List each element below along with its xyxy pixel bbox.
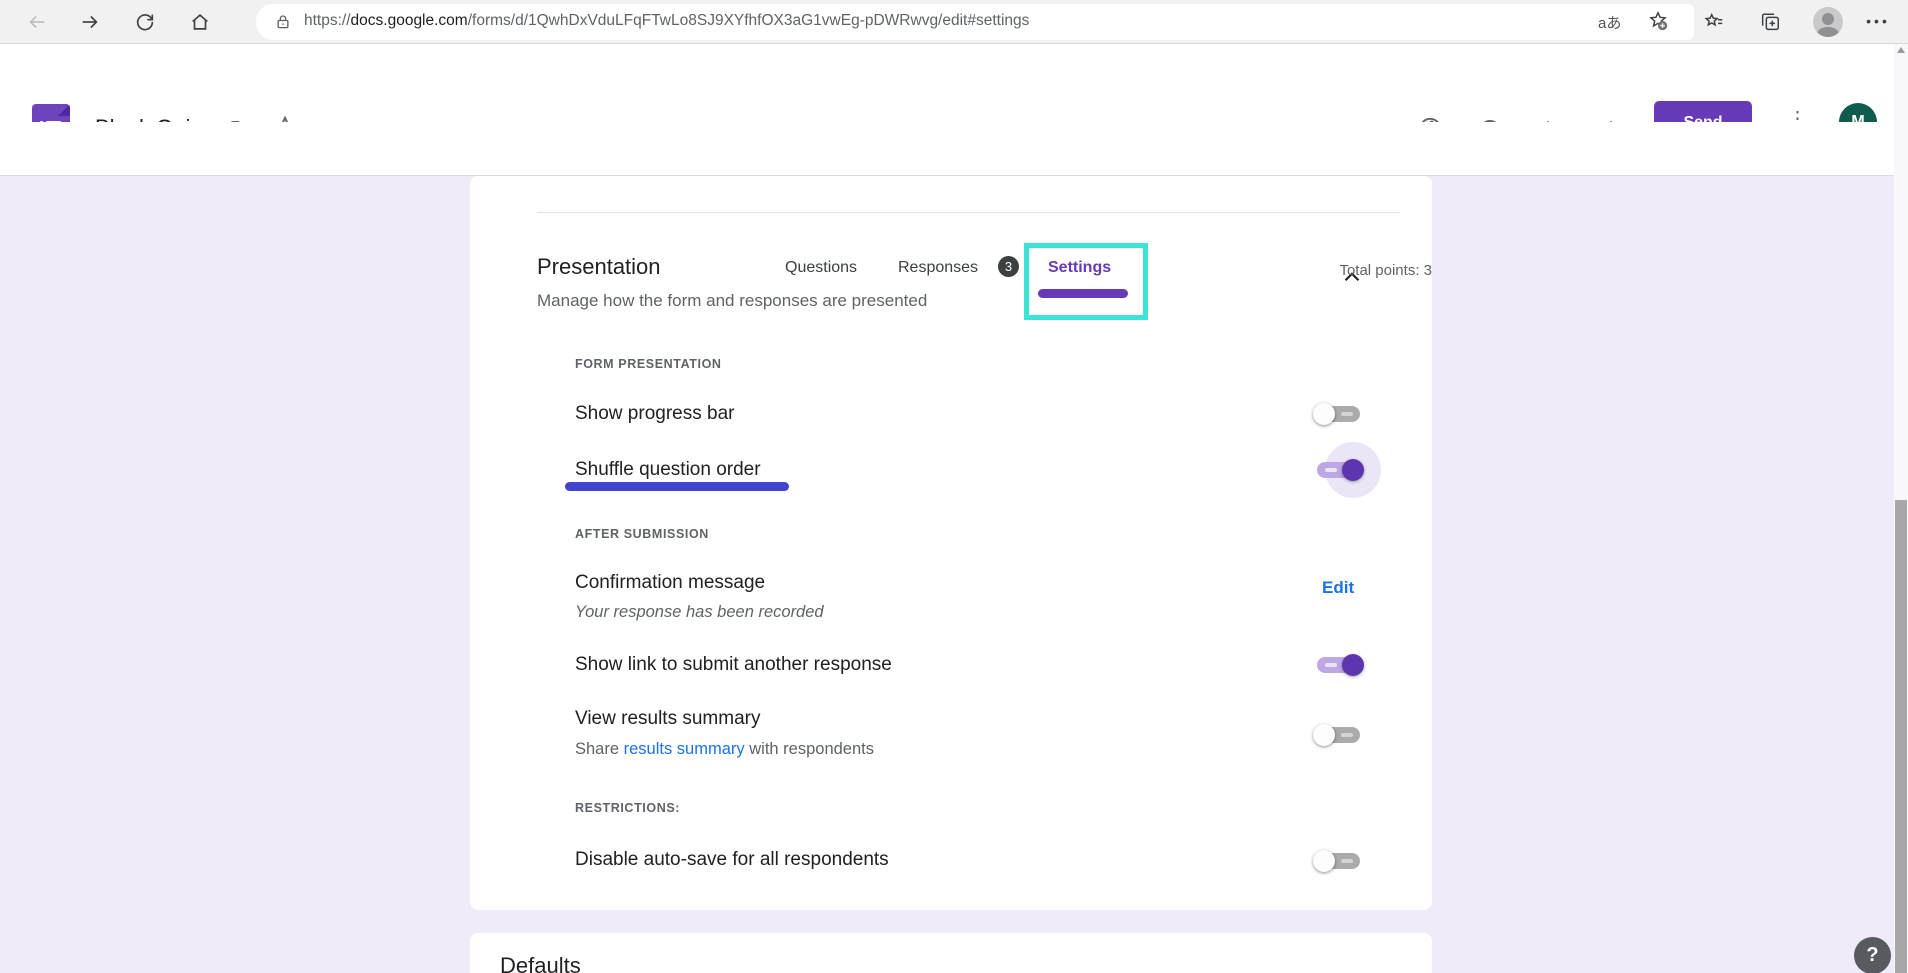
group-label-after-submission: AFTER SUBMISSION: [575, 527, 709, 541]
section-title-presentation: Presentation: [537, 254, 661, 280]
defaults-card: [470, 933, 1432, 973]
forward-icon[interactable]: [79, 11, 101, 33]
group-label-form-presentation: FORM PRESENTATION: [575, 357, 722, 371]
tab-settings[interactable]: Settings: [1048, 259, 1111, 277]
presentation-card: [470, 176, 1432, 910]
row-label-show-progress-bar: Show progress bar: [575, 403, 734, 425]
collections-icon[interactable]: [1759, 11, 1781, 33]
shuffle-underline-annotation: [565, 482, 789, 491]
toggle-show-resubmit-link[interactable]: [1312, 652, 1364, 678]
section-title-defaults: Defaults: [500, 953, 581, 973]
row-label-shuffle-question-order: Shuffle question order: [575, 459, 761, 481]
row-label-confirmation-message: Confirmation message: [575, 572, 765, 594]
screen: https://docs.google.com/forms/d/1QwhDxVd…: [0, 0, 1908, 973]
browser-menu-icon[interactable]: •••: [1856, 13, 1900, 29]
forms-header: Blank Quiz All changes saved in Drive Se…: [0, 44, 1908, 122]
add-favorite-icon[interactable]: [1647, 10, 1669, 32]
section-subtitle: Manage how the form and responses are pr…: [537, 291, 927, 311]
total-points: Total points: 3: [1230, 262, 1432, 279]
browser-toolbar: https://docs.google.com/forms/d/1QwhDxVd…: [0, 0, 1908, 44]
translate-icon[interactable]: aあ: [1598, 12, 1621, 33]
row-label-disable-autosave: Disable auto-save for all respondents: [575, 849, 889, 871]
tab-bar: Questions Responses 3 Settings Total poi…: [0, 122, 1908, 176]
active-tab-indicator: [1038, 289, 1128, 298]
settings-tab-highlight-annotation: [1024, 243, 1148, 320]
scrollbar-up-arrow-icon[interactable]: [1897, 47, 1905, 53]
responses-count-badge: 3: [998, 256, 1019, 277]
toggle-disable-autosave[interactable]: [1312, 848, 1364, 874]
tab-questions[interactable]: Questions: [785, 259, 857, 277]
back-icon[interactable]: [26, 11, 48, 33]
refresh-icon[interactable]: [134, 11, 156, 33]
toggle-show-progress-bar[interactable]: [1312, 401, 1364, 427]
lock-icon[interactable]: [274, 13, 292, 31]
scrollbar-thumb[interactable]: [1895, 500, 1907, 973]
group-label-restrictions: RESTRICTIONS:: [575, 801, 680, 815]
row-label-show-resubmit-link: Show link to submit another response: [575, 654, 892, 676]
toggle-shuffle-question-order[interactable]: [1312, 457, 1364, 483]
url-text[interactable]: https://docs.google.com/forms/d/1QwhDxVd…: [304, 12, 1029, 30]
card-divider: [537, 212, 1400, 213]
home-icon[interactable]: [189, 11, 211, 33]
confirmation-message-value: Your response has been recorded: [575, 603, 824, 622]
page-scrollbar[interactable]: [1894, 44, 1908, 973]
help-button[interactable]: ?: [1854, 937, 1891, 973]
browser-profile-icon[interactable]: [1813, 7, 1843, 37]
favorites-bar-icon[interactable]: [1703, 11, 1725, 33]
toggle-view-results-summary[interactable]: [1312, 722, 1364, 748]
results-summary-subtitle: Share results summary with respondents: [575, 740, 874, 759]
edit-confirmation-link[interactable]: Edit: [1322, 578, 1354, 598]
row-label-view-results-summary: View results summary: [575, 708, 760, 730]
tab-responses[interactable]: Responses: [898, 259, 978, 277]
results-summary-link[interactable]: results summary: [624, 740, 745, 758]
